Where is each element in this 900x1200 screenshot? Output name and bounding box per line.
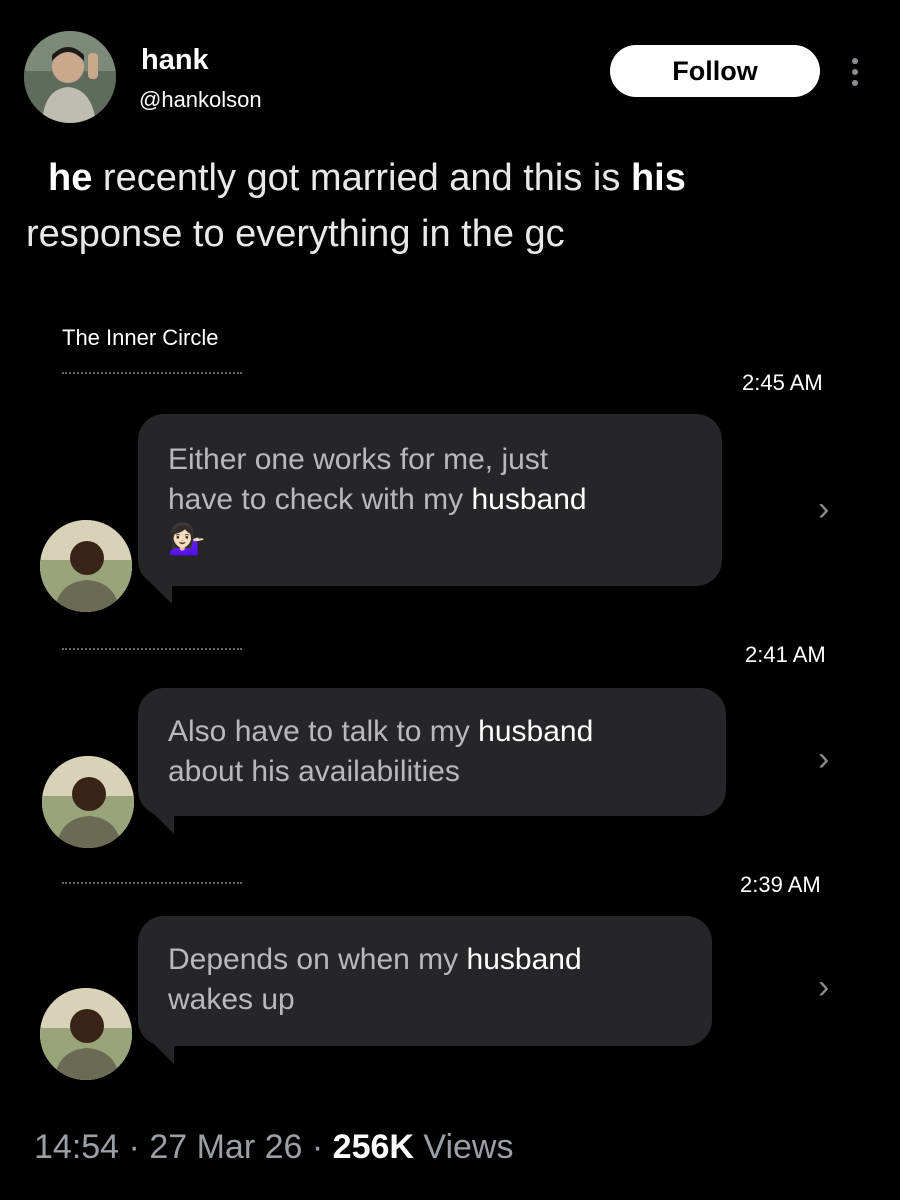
message-time: 2:41 AM: [745, 642, 826, 667]
sender-avatar[interactable]: [42, 756, 134, 848]
tweet-text-line2: response to everything in the gc: [26, 213, 565, 255]
message-text: about his availabilities: [168, 755, 460, 788]
message-highlight: husband: [471, 483, 587, 516]
tweet-meta: 14:54 · 27 Mar 26 · 256K Views: [34, 1128, 513, 1167]
sender-name-redacted: [62, 648, 242, 652]
separator: ·: [311, 1128, 324, 1166]
message-text: wakes up: [168, 983, 295, 1016]
message-text: Also have to talk to my: [168, 715, 479, 748]
tweet-word-he: he: [48, 157, 93, 199]
sender-avatar[interactable]: [40, 520, 132, 612]
message-time: 2:39 AM: [740, 872, 821, 897]
chevron-right-icon[interactable]: ›: [818, 490, 829, 529]
more-options-icon[interactable]: [845, 56, 865, 88]
sender-avatar[interactable]: [40, 988, 132, 1080]
chevron-right-icon[interactable]: ›: [818, 740, 829, 779]
group-chat-name: The Inner Circle: [62, 325, 219, 350]
message-time: 2:45 AM: [742, 370, 823, 395]
message-bubble[interactable]: Also have to talk to my husband about hi…: [138, 688, 726, 816]
tweet-time[interactable]: 14:54: [34, 1128, 119, 1166]
message-highlight: husband: [466, 943, 582, 976]
separator: ·: [128, 1128, 140, 1166]
author-avatar[interactable]: [24, 31, 116, 123]
emoji-icon: 💁🏻‍♀️: [168, 523, 206, 556]
tweet-word-his: his: [630, 157, 686, 199]
follow-button[interactable]: Follow: [610, 45, 820, 97]
message-bubble[interactable]: Either one works for me, just have to ch…: [138, 414, 722, 586]
tweet-text-part: recently got married and this is: [92, 157, 631, 199]
tweet-text: he recently got married and this is his …: [26, 150, 876, 262]
tweet-date[interactable]: 27 Mar 26: [149, 1128, 302, 1166]
author-handle[interactable]: @hankolson: [139, 87, 262, 113]
message-text: Depends on when my: [168, 943, 467, 976]
bubble-tail: [152, 1042, 174, 1064]
views-count: 256K: [332, 1128, 414, 1166]
views-label: Views: [423, 1128, 514, 1166]
message-bubble[interactable]: Depends on when my husband wakes up: [138, 916, 712, 1046]
chevron-right-icon[interactable]: ›: [818, 968, 829, 1007]
sender-name-redacted: [62, 372, 242, 376]
bubble-tail: [152, 812, 174, 834]
message-highlight: husband: [478, 715, 594, 748]
bubble-tail: [150, 582, 172, 604]
author-name[interactable]: hank: [141, 44, 209, 77]
sender-name-redacted: [62, 882, 242, 886]
